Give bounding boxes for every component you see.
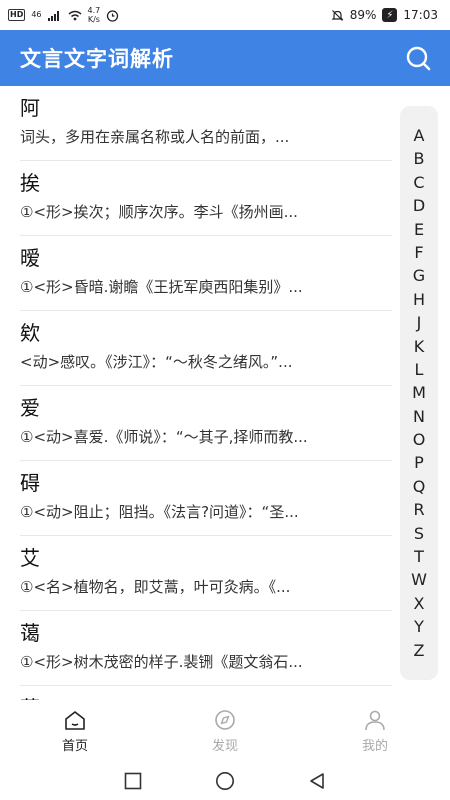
bottom-nav: 首页 发现 我的 bbox=[0, 700, 450, 762]
signal-icon bbox=[47, 10, 59, 21]
status-bar: HD 46 4.7K/s 89% 17:03⚡ 17:03 bbox=[0, 0, 450, 30]
hd-badge: HD bbox=[8, 9, 26, 21]
alpha-letter-n[interactable]: N bbox=[413, 405, 425, 428]
network-speed: 4.7 K/s bbox=[88, 6, 101, 24]
battery-percent: 89% bbox=[349, 8, 377, 22]
entry-word: 暧 bbox=[20, 246, 40, 270]
alpha-letter-l[interactable]: L bbox=[415, 358, 424, 381]
speed-value: 4.7 bbox=[87, 6, 101, 15]
circle-icon bbox=[216, 772, 234, 790]
entry-definition: 词头，多用在亲属名称或人名的前面，... bbox=[20, 128, 290, 146]
status-left: HD 46 4.7 K/s bbox=[8, 6, 119, 24]
alpha-letter-w[interactable]: W bbox=[411, 568, 427, 591]
wifi-icon bbox=[68, 10, 82, 20]
alpha-letter-o[interactable]: O bbox=[413, 428, 426, 451]
search-button[interactable] bbox=[402, 42, 434, 74]
nav-profile-label: 我的 bbox=[361, 738, 388, 754]
alpha-letter-a[interactable]: A bbox=[414, 124, 425, 147]
alpha-letter-k[interactable]: K bbox=[414, 335, 425, 358]
user-icon bbox=[365, 710, 385, 730]
alpha-letter-t[interactable]: T bbox=[414, 545, 424, 568]
entry-definition: ①<形>树木茂密的样子.裴铏《题文翁石... bbox=[20, 653, 303, 671]
back-triangle-icon bbox=[310, 773, 324, 789]
nav-discover[interactable]: 发现 bbox=[150, 700, 300, 762]
list-item[interactable]: 蔼 ①<形>树木茂密的样子.裴铏《题文翁石... bbox=[0, 611, 450, 686]
alpha-letter-e[interactable]: E bbox=[414, 218, 424, 241]
list-item[interactable]: 蔼 bbox=[0, 686, 450, 700]
alphabet-index[interactable]: A B C D E F G H J K L M N O P Q R S T W … bbox=[400, 106, 438, 680]
list-item[interactable]: 爱 ①<动>喜爱.《师说》：“～其子,择师而教... bbox=[0, 386, 450, 461]
entry-definition: <动>感叹。《涉江》：“～秋冬之绪风。”... bbox=[20, 353, 293, 371]
nav-home[interactable]: 首页 bbox=[0, 700, 150, 762]
alpha-letter-p[interactable]: P bbox=[414, 451, 424, 474]
entry-word: 碍 bbox=[20, 471, 40, 495]
alpha-letter-b[interactable]: B bbox=[414, 147, 425, 170]
square-icon bbox=[124, 772, 142, 790]
list-item[interactable]: 挨 ①<形>挨次；顺序次序。李斗《扬州画... bbox=[0, 161, 450, 236]
entry-word: 艾 bbox=[20, 546, 40, 570]
list-item[interactable]: 碍 ①<动>阻止；阻挡。《法言?问道》：“圣... bbox=[0, 461, 450, 536]
entry-definition: ①<动>阻止；阻挡。《法言?问道》：“圣... bbox=[20, 503, 299, 521]
home-system-button[interactable] bbox=[214, 770, 236, 792]
entry-definition: ①<形>昏暗.谢瞻《王抚军庾西阳集别》... bbox=[20, 278, 303, 296]
alpha-letter-f[interactable]: F bbox=[414, 241, 423, 264]
entry-word: 蔼 bbox=[20, 621, 40, 645]
alpha-letter-x[interactable]: X bbox=[414, 592, 425, 615]
network-type: 46 bbox=[31, 10, 42, 19]
word-list[interactable]: 阿 词头，多用在亲属名称或人名的前面，... 挨 ①<形>挨次；顺序次序。李斗《… bbox=[0, 86, 450, 700]
list-item[interactable]: 欸 <动>感叹。《涉江》：“～秋冬之绪风。”... bbox=[0, 311, 450, 386]
recents-button[interactable] bbox=[122, 770, 144, 792]
nav-profile[interactable]: 我的 bbox=[300, 700, 450, 762]
status-right: 89% 17:03⚡ 17:03 bbox=[331, 8, 438, 22]
nav-discover-label: 发现 bbox=[211, 738, 238, 754]
alpha-letter-y[interactable]: Y bbox=[414, 615, 424, 638]
home-icon bbox=[65, 710, 85, 730]
nav-home-label: 首页 bbox=[61, 738, 88, 754]
alpha-letter-s[interactable]: S bbox=[414, 522, 424, 545]
page-title: 文言文字词解析 bbox=[20, 47, 174, 71]
alpha-letter-m[interactable]: M bbox=[412, 381, 426, 404]
list-item[interactable]: 暧 ①<形>昏暗.谢瞻《王抚军庾西阳集别》... bbox=[0, 236, 450, 311]
entry-word: 爱 bbox=[20, 396, 40, 420]
alpha-letter-h[interactable]: H bbox=[413, 288, 425, 311]
entry-word: 阿 bbox=[20, 96, 40, 120]
mute-icon bbox=[331, 9, 344, 21]
list-item[interactable]: 艾 ①<名>植物名，即艾蒿，叶可灸病。《... bbox=[0, 536, 450, 611]
alpha-letter-j[interactable]: J bbox=[417, 311, 422, 334]
entry-word: 挨 bbox=[20, 171, 40, 195]
back-button[interactable] bbox=[306, 770, 328, 792]
clock: 17:03 bbox=[403, 8, 438, 22]
alarm-icon bbox=[107, 9, 119, 22]
alpha-letter-z[interactable]: Z bbox=[414, 639, 425, 662]
alpha-letter-q[interactable]: Q bbox=[413, 475, 426, 498]
entry-definition: ①<动>喜爱.《师说》：“～其子,择师而教... bbox=[20, 428, 308, 446]
system-nav-bar bbox=[0, 762, 450, 800]
list-item[interactable]: 阿 词头，多用在亲属名称或人名的前面，... bbox=[0, 86, 450, 161]
entry-definition: ①<形>挨次；顺序次序。李斗《扬州画... bbox=[20, 203, 298, 221]
alpha-letter-c[interactable]: C bbox=[413, 171, 424, 194]
entry-word: 欸 bbox=[20, 321, 40, 345]
battery-icon: 17:03⚡ bbox=[382, 8, 398, 22]
compass-icon bbox=[215, 709, 235, 730]
speed-unit: K/s bbox=[87, 15, 100, 24]
entry-definition: ①<名>植物名，即艾蒿，叶可灸病。《... bbox=[20, 578, 291, 596]
app-header: 文言文字词解析 bbox=[0, 30, 450, 86]
alpha-letter-r[interactable]: R bbox=[413, 498, 424, 521]
search-icon bbox=[406, 46, 431, 71]
alpha-letter-d[interactable]: D bbox=[413, 194, 425, 217]
alpha-letter-g[interactable]: G bbox=[413, 264, 425, 287]
